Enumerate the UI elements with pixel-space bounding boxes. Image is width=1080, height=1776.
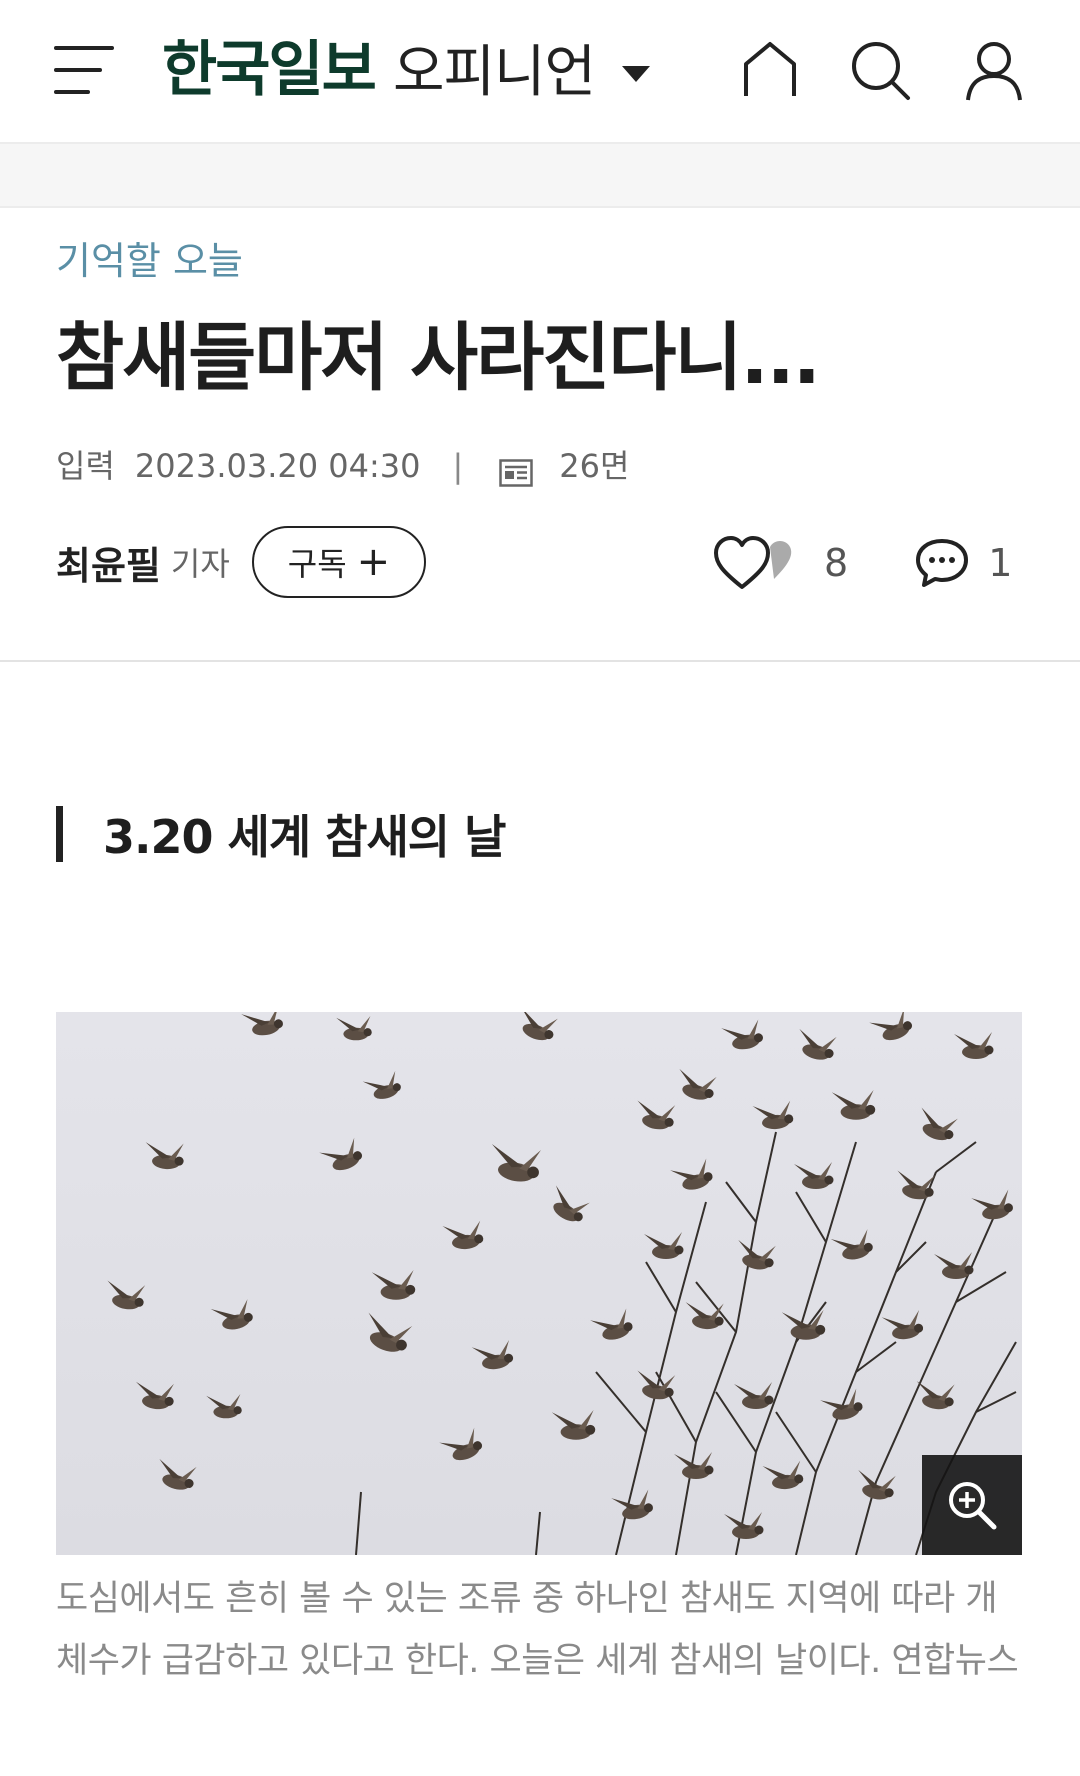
meta-separator: | [452, 447, 464, 485]
plus-icon: + [356, 539, 391, 585]
brand-logo[interactable]: 한국일보 [162, 32, 377, 108]
home-icon[interactable] [740, 40, 800, 102]
like-count: 8 [824, 541, 849, 585]
photo-caption: 도심에서도 흔히 볼 수 있는 조류 중 하나인 참새도 지역에 따라 개체수가… [56, 1579, 1019, 1681]
like-button[interactable]: 8 [712, 533, 848, 593]
subscribe-label: 구독 [287, 545, 347, 583]
article-meta: 입력 2023.03.20 04:30 | 26면 [56, 442, 629, 490]
sparrows-photo [56, 1012, 1022, 1555]
search-icon[interactable] [850, 40, 910, 102]
subheading-bar [56, 806, 63, 862]
top-header: 한국일보 오피니언 [0, 0, 1080, 142]
author-name[interactable]: 최윤필 [56, 535, 161, 590]
heart-icon [714, 536, 792, 589]
article-photo[interactable] [56, 1012, 1022, 1555]
input-label: 입력 [56, 447, 115, 485]
section-selector[interactable]: 오피니언 [393, 38, 596, 108]
comment-count: 1 [988, 541, 1013, 585]
reactions: 8 1 [712, 530, 1012, 596]
article-title: 참새들마저 사라진다니... [56, 315, 821, 401]
category-link[interactable]: 기억할 오늘 [56, 234, 243, 288]
print-page: 26면 [559, 447, 630, 485]
menu-icon[interactable] [54, 44, 114, 98]
zoom-in-icon [949, 1482, 997, 1530]
subheading-text: 3.20 세계 참새의 날 [103, 810, 506, 864]
user-icon[interactable] [965, 40, 1025, 102]
comment-button[interactable]: 1 [914, 537, 1012, 589]
zoom-in-button[interactable] [922, 1455, 1022, 1555]
ad-band [0, 142, 1080, 208]
byline: 최윤필 기자 구독 + [56, 526, 427, 598]
section-divider [0, 660, 1080, 662]
article-subheading: 3.20 세계 참새의 날 [56, 806, 506, 864]
newspaper-icon [499, 452, 534, 487]
publish-datetime: 2023.03.20 04:30 [134, 447, 421, 485]
author-role: 기자 [170, 545, 230, 583]
subscribe-button[interactable]: 구독 + [251, 526, 427, 598]
caret-down-icon[interactable] [622, 66, 650, 82]
comment-icon [916, 539, 969, 587]
